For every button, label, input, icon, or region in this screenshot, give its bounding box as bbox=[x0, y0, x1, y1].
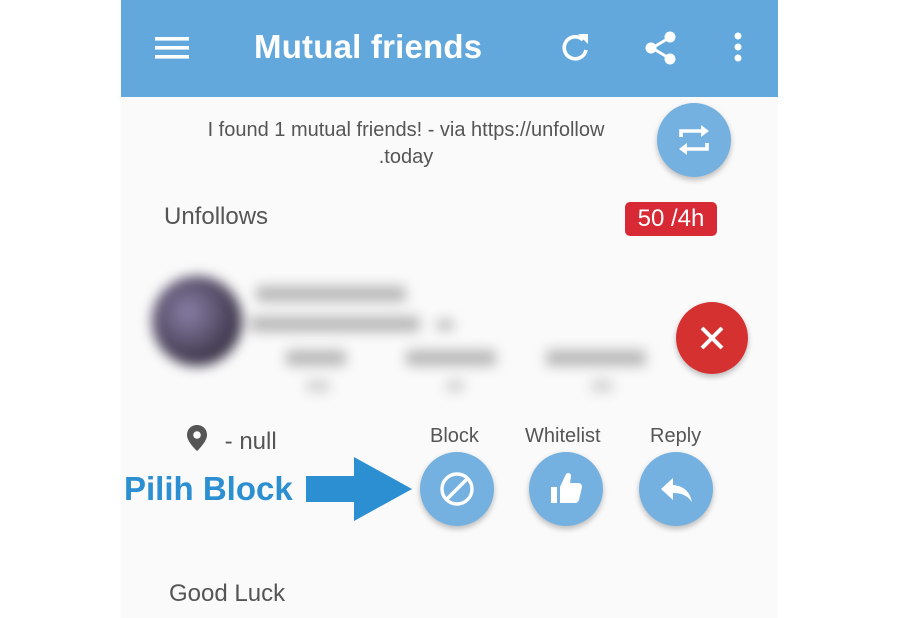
close-icon bbox=[700, 326, 724, 350]
unfollow-limit-badge: 50 /4h bbox=[625, 202, 717, 236]
location-pin-icon bbox=[187, 425, 207, 451]
unfollows-label: Unfollows bbox=[164, 203, 269, 230]
reply-button[interactable] bbox=[639, 452, 713, 526]
reply-icon bbox=[661, 478, 692, 502]
avatar bbox=[152, 276, 242, 366]
location-text: - null bbox=[224, 428, 277, 455]
good-luck-text: Good Luck bbox=[169, 580, 286, 607]
block-button[interactable] bbox=[420, 452, 494, 526]
annotation-label: Pilih Block bbox=[124, 470, 293, 507]
app-screen: Mutual friends I found 1 mutual friends!… bbox=[121, 0, 778, 618]
thumbs-up-icon bbox=[551, 472, 582, 503]
repost-button[interactable] bbox=[657, 103, 731, 177]
whitelist-button[interactable] bbox=[529, 452, 603, 526]
profile-card[interactable] bbox=[146, 264, 656, 404]
menu-icon[interactable] bbox=[153, 28, 193, 68]
reply-label: Reply bbox=[650, 425, 702, 447]
block-label: Block bbox=[430, 425, 479, 447]
page-title: Mutual friends bbox=[254, 28, 483, 65]
location-row: - null bbox=[186, 424, 277, 456]
remove-button[interactable] bbox=[676, 302, 748, 374]
refresh-icon[interactable] bbox=[555, 28, 595, 68]
repeat-icon bbox=[679, 125, 709, 155]
whitelist-label: Whitelist bbox=[525, 425, 601, 447]
app-bar: Mutual friends bbox=[121, 0, 778, 97]
more-vert-icon[interactable] bbox=[718, 28, 758, 68]
mutual-friends-message: I found 1 mutual friends! - via https://… bbox=[161, 117, 651, 171]
share-icon[interactable] bbox=[641, 28, 681, 68]
message-line-2: .today bbox=[378, 146, 434, 168]
message-line-1: I found 1 mutual friends! - via https://… bbox=[207, 119, 605, 141]
block-icon bbox=[440, 472, 474, 506]
annotation-arrow-icon bbox=[306, 457, 412, 521]
